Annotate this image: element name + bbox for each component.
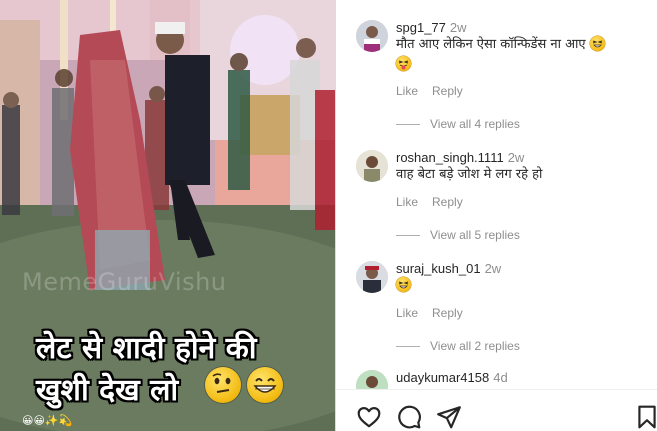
like-button[interactable]: Like xyxy=(396,306,418,320)
divider xyxy=(396,123,420,125)
share-icon[interactable] xyxy=(436,404,462,430)
thinking-face-emoji-icon xyxy=(205,367,241,403)
comment-username[interactable]: spg1_77 xyxy=(396,20,446,35)
view-replies-label: View all 2 replies xyxy=(430,339,520,353)
heart-icon[interactable] xyxy=(356,404,382,430)
divider xyxy=(396,345,420,347)
corner-emojis: 😀😀✨💫 xyxy=(22,415,73,427)
comments-panel[interactable]: spg1_77 2w मौत आए लेकिन ऐसा कॉन्फिडेंस ना… xyxy=(335,0,657,389)
avatar[interactable] xyxy=(356,261,388,293)
rolling-laughing-emoji-icon xyxy=(396,277,411,292)
bookmark-icon[interactable] xyxy=(634,404,657,430)
view-replies-button[interactable]: View all 5 replies xyxy=(396,228,520,242)
reply-button[interactable]: Reply xyxy=(432,306,463,320)
comment-time: 4d xyxy=(493,370,508,385)
view-replies-label: View all 5 replies xyxy=(430,228,520,242)
comment-icon[interactable] xyxy=(396,404,422,430)
comment-username[interactable]: roshan_singh.1111 xyxy=(396,150,504,165)
comment-text: वाह बेटा बड़े जोश मे लग रहे हो xyxy=(396,167,543,182)
comment-username[interactable]: udaykumar4158 xyxy=(396,370,489,385)
like-button[interactable]: Like xyxy=(396,84,418,98)
reply-button[interactable]: Reply xyxy=(432,195,463,209)
comment-time: 2w xyxy=(484,261,502,276)
comment-time: 2w xyxy=(449,20,467,35)
video-watermark: MemeGuruVishu xyxy=(22,268,227,296)
video-caption-line-1: लेट से शादी होने की xyxy=(36,331,257,366)
comment-username[interactable]: suraj_kush_01 xyxy=(396,261,481,276)
avatar[interactable] xyxy=(356,20,388,52)
avatar[interactable] xyxy=(356,150,388,182)
tongue-face-emoji-icon xyxy=(396,56,411,71)
post-action-bar xyxy=(335,389,657,431)
video-caption-line-2: खुशी देख लो xyxy=(36,373,179,408)
avatar[interactable] xyxy=(356,370,388,389)
reply-button[interactable]: Reply xyxy=(432,84,463,98)
grinning-face-emoji-icon xyxy=(247,367,283,403)
rolling-laughing-emoji-icon xyxy=(589,36,605,51)
divider xyxy=(396,234,420,236)
like-button[interactable]: Like xyxy=(396,195,418,209)
view-replies-button[interactable]: View all 2 replies xyxy=(396,339,520,353)
video-player[interactable]: MemeGuruVishu लेट से शादी होने की खुशी द… xyxy=(0,0,335,431)
comment-text: मौत आए लेकिन ऐसा कॉन्फिडेंस ना आए xyxy=(396,37,586,52)
view-replies-button[interactable]: View all 4 replies xyxy=(396,117,520,131)
comment-time: 2w xyxy=(507,150,525,165)
view-replies-label: View all 4 replies xyxy=(430,117,520,131)
